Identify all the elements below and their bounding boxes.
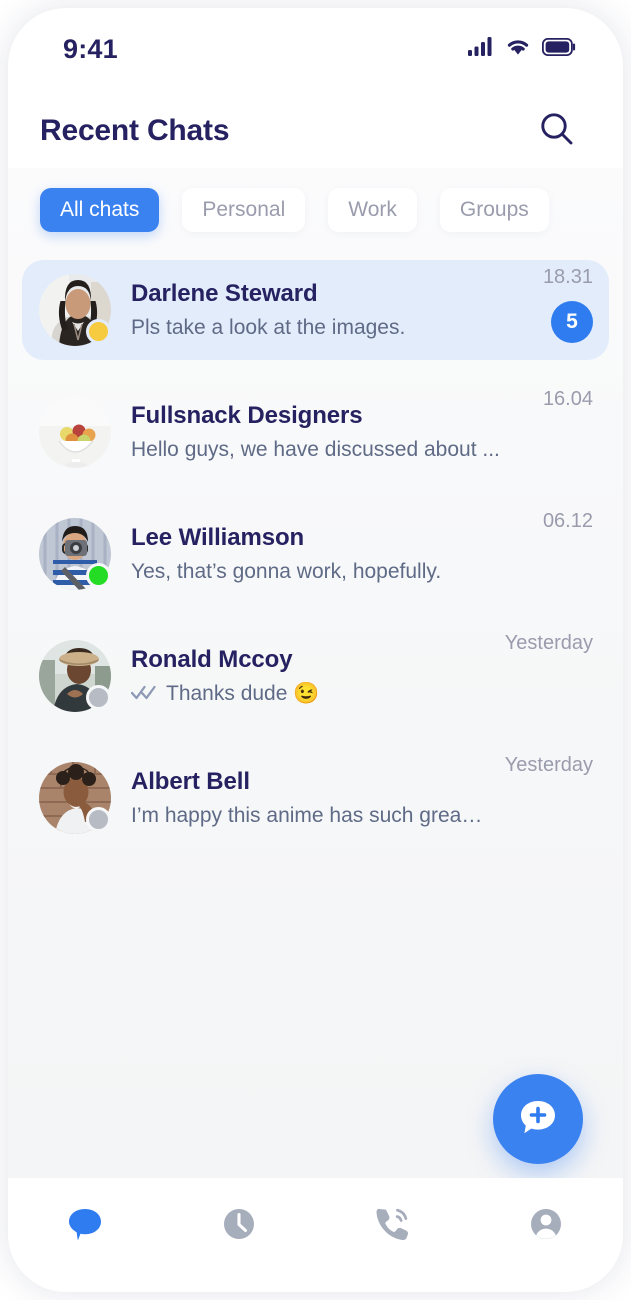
avatar [39, 396, 111, 468]
filter-chip-work[interactable]: Work [328, 188, 417, 232]
filter-chip-row: All chats Personal Work Groups [8, 168, 623, 232]
page-title: Recent Chats [40, 114, 230, 147]
status-bar: 9:41 [8, 8, 623, 90]
chat-time: Yesterday [504, 632, 593, 654]
chat-list-item[interactable]: Lee Williamson Yes, that’s gonna work, h… [22, 504, 609, 604]
chat-meta: 06.12 [543, 510, 593, 533]
chat-preview-line: Hello guys, we have discussed about ... [131, 438, 543, 462]
cellular-signal-icon [468, 37, 494, 61]
chat-preview-line: Yes, that’s gonna work, hopefully. [131, 560, 543, 584]
wifi-icon [505, 37, 531, 61]
chat-preview-line: Pls take a look at the images. [131, 316, 543, 340]
chat-time: 16.04 [542, 388, 593, 410]
chat-name: Darlene Steward [131, 280, 318, 307]
chat-meta: Yesterday [505, 754, 593, 777]
chat-preview: Hello guys, we have discussed about ... [131, 438, 500, 461]
chat-preview: Pls take a look at the images. [131, 316, 406, 339]
search-button[interactable] [535, 109, 579, 153]
chat-list-item[interactable]: Darlene Steward Pls take a look at the i… [22, 260, 609, 360]
chat-text-block: Darlene Steward Pls take a look at the i… [131, 280, 543, 340]
chat-meta: Yesterday [505, 632, 593, 655]
read-receipt-icon [130, 684, 157, 705]
page-header: Recent Chats [8, 90, 623, 172]
phone-frame: 9:41 Recent Chats All chats Personal Wor… [8, 8, 623, 1292]
phone-call-icon [371, 1204, 413, 1249]
profile-icon [526, 1204, 566, 1249]
chat-bubble-icon [65, 1204, 105, 1249]
chat-list: Darlene Steward Pls take a look at the i… [8, 260, 623, 848]
chat-text-block: Fullsnack Designers Hello guys, we have … [131, 402, 543, 462]
chat-meta: 18.31 5 [543, 266, 593, 343]
chat-meta: 16.04 [543, 388, 593, 411]
chat-name: Albert Bell [131, 768, 250, 795]
avatar [39, 762, 111, 834]
filter-chip-all-chats[interactable]: All chats [40, 188, 160, 232]
chat-preview: Yes, that’s gonna work, hopefully. [131, 560, 442, 583]
search-icon [538, 110, 576, 153]
chat-name: Fullsnack Designers [131, 402, 363, 429]
chat-name: Ronald Mccoy [131, 646, 293, 673]
bottom-navigation [8, 1178, 623, 1292]
chat-preview: Thanks dude 😉 [166, 682, 320, 705]
chat-name: Lee Williamson [131, 524, 305, 551]
chat-text-block: Lee Williamson Yes, that’s gonna work, h… [131, 524, 543, 584]
chat-time: Yesterday [504, 754, 593, 776]
filter-chip-groups[interactable]: Groups [439, 188, 549, 232]
status-bar-clock: 9:41 [63, 33, 118, 64]
nav-item-calls[interactable] [316, 1204, 470, 1249]
new-chat-icon [515, 1094, 561, 1145]
content-sheet: All chats Personal Work Groups Darlene S… [8, 168, 623, 1178]
chat-list-item[interactable]: Albert Bell I’m happy this anime has suc… [22, 748, 609, 848]
nav-item-profile[interactable] [469, 1204, 623, 1249]
unread-badge: 5 [551, 301, 593, 343]
status-dot-offline [86, 685, 111, 710]
chat-list-item[interactable]: Fullsnack Designers Hello guys, we have … [22, 382, 609, 482]
avatar [39, 518, 111, 590]
status-dot-offline [86, 807, 111, 832]
status-dot-away [86, 319, 111, 344]
clock-icon [219, 1204, 259, 1249]
new-chat-fab[interactable] [493, 1074, 583, 1164]
chat-preview-line: I’m happy this anime has such grea… [131, 804, 505, 828]
status-bar-icons [468, 37, 576, 61]
avatar [39, 274, 111, 346]
filter-chip-personal[interactable]: Personal [182, 188, 306, 232]
chat-preview-line: Thanks dude 😉 [130, 682, 505, 706]
chat-text-block: Ronald Mccoy Thanks dude 😉 [130, 646, 505, 706]
avatar-image [39, 396, 111, 468]
battery-full-icon [541, 37, 576, 61]
nav-item-recent[interactable] [162, 1204, 316, 1249]
chat-list-item[interactable]: Ronald Mccoy Thanks dude 😉 Yesterday [22, 626, 609, 726]
chat-time: 06.12 [542, 510, 593, 532]
chat-text-block: Albert Bell I’m happy this anime has suc… [131, 768, 505, 828]
chat-preview: I’m happy this anime has such grea… [131, 804, 483, 827]
status-dot-online [86, 563, 111, 588]
chat-time: 18.31 [542, 266, 593, 288]
avatar [39, 640, 111, 712]
nav-item-chats[interactable] [8, 1204, 162, 1249]
